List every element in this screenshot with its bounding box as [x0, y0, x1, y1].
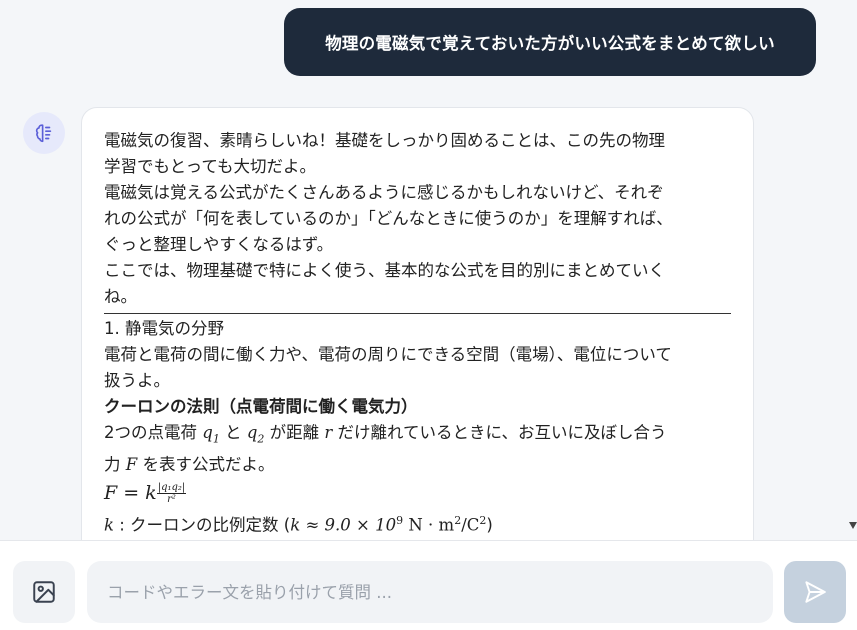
formula-denominator: r²	[167, 494, 176, 506]
constant-units: N · m	[403, 515, 455, 535]
intro-line: れの公式が「何を表しているのか」「どんなときに使うのか」を理解すれば、	[104, 209, 673, 228]
user-message-text: 物理の電磁気で覚えておいた方がいい公式をまとめて欲しい	[325, 34, 775, 53]
intro-line: ぐっと整理しやすくなるはず。	[104, 235, 334, 254]
section-desc-line: 電荷と電荷の間に働く力や、電荷の周りにできる空間（電場）、電位について	[104, 345, 672, 364]
send-icon	[805, 581, 826, 603]
formula-lhs: F = k	[104, 482, 157, 505]
constant-units-tail: /C	[461, 515, 480, 535]
message-input[interactable]	[87, 561, 773, 623]
math-sub: 1	[212, 432, 220, 446]
intro-line: 学習でもとっても大切だよ。	[104, 157, 317, 176]
chat-area: 物理の電磁気で覚えておいた方がいい公式をまとめて欲しい 電磁気の復習、素晴らしい…	[0, 0, 857, 540]
assistant-intro: 電磁気の復習、素晴らしいね！基礎をしっかり固めることは、この先の物理 学習でもと…	[104, 128, 731, 310]
math-k: k	[104, 515, 114, 535]
send-button[interactable]	[784, 561, 846, 623]
math-F: F	[125, 455, 138, 475]
math-var: q	[246, 423, 258, 442]
intro-line: ね。	[104, 287, 137, 306]
intro-line: 電磁気は覚える公式がたくさんあるように感じるかもしれないけど、それぞ	[104, 183, 664, 202]
formula-fraction: |q₁q₂| r²	[156, 482, 187, 506]
law-desc-text: と	[219, 423, 247, 442]
coulomb-formula: F = k |q₁q₂| r²	[104, 478, 731, 508]
intro-line: 電磁気の復習、素晴らしいね！基礎をしっかり固めることは、この先の物理	[104, 131, 665, 150]
image-upload-button[interactable]	[13, 561, 75, 623]
law-desc-text: を表す公式だよ。	[137, 455, 275, 475]
law-desc-text: が距離	[264, 423, 325, 442]
law-description: 2つの点電荷 q1 と q2 が距離 r だけ離れているときに、お互いに及ぼし合…	[104, 420, 731, 452]
constant-line: k : クーロンの比例定数 (k ≈ 9.0 × 109 N · m2/C2)	[104, 508, 731, 539]
scroll-down-indicator[interactable]	[849, 522, 857, 529]
formula-numerator: |q₁q₂|	[156, 482, 187, 495]
user-message-bubble: 物理の電磁気で覚えておいた方がいい公式をまとめて欲しい	[284, 8, 816, 76]
law-description: 力 F を表す公式だよ。	[104, 452, 731, 478]
section-desc-line: 扱うよ。	[104, 371, 170, 390]
law-desc-text: 2つの点電荷	[104, 423, 203, 442]
math-q1: q1	[202, 423, 220, 446]
constant-expr: k ≈ 9.0 × 10	[290, 515, 397, 535]
image-icon	[33, 581, 55, 603]
brain-icon	[35, 124, 52, 143]
constant-close: )	[486, 515, 493, 535]
assistant-avatar	[23, 112, 65, 154]
math-q2: q2	[246, 423, 265, 445]
section-title: 1. 静電気の分野	[104, 319, 224, 338]
law-desc-text: 力	[104, 455, 126, 475]
law-desc-text: だけ離れているときに、お互いに及ぼし合う	[332, 423, 667, 442]
assistant-message-card: 電磁気の復習、素晴らしいね！基礎をしっかり固めることは、この先の物理 学習でもと…	[81, 107, 754, 540]
divider	[104, 313, 731, 314]
intro-line: ここでは、物理基礎で特によく使う、基本的な公式を目的別にまとめていく	[104, 261, 665, 280]
math-var: q	[202, 423, 213, 442]
constant-label: : クーロンの比例定数 (	[114, 515, 291, 535]
composer-bar	[0, 540, 857, 630]
law-title: クーロンの法則（点電荷間に働く電気力）	[104, 397, 418, 416]
